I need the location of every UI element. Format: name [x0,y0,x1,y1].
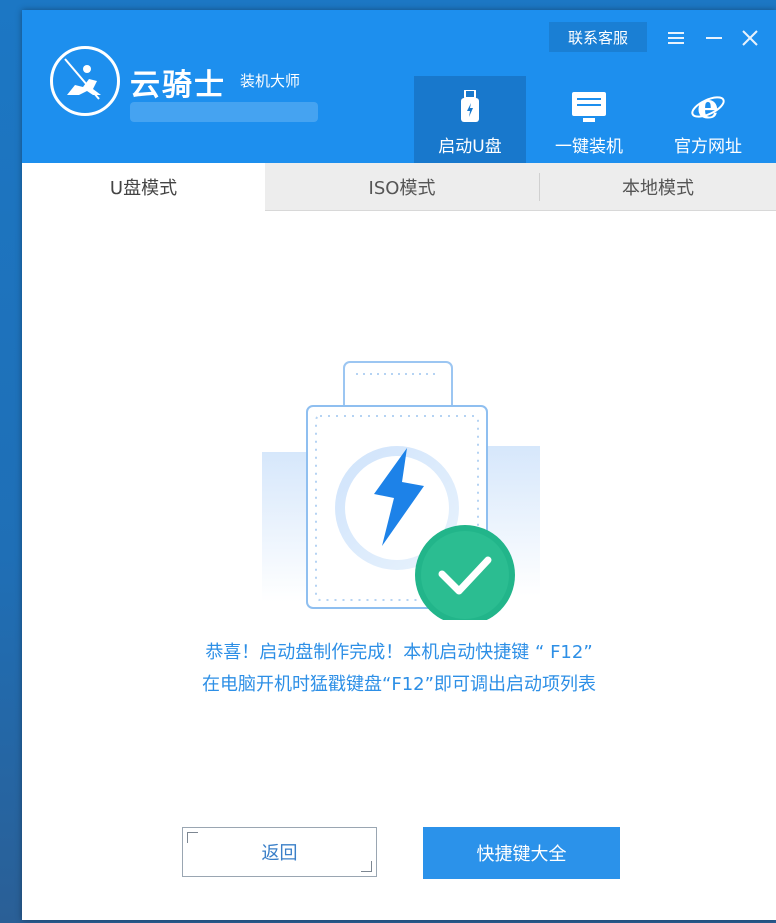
back-button-label: 返回 [261,843,298,864]
knight-logo-icon [50,46,120,116]
svg-text:e: e [697,90,719,124]
corner-mark [361,861,372,872]
boot-hint-message: 在电脑开机时猛戳键盘“F12”即可调出启动项列表 [202,674,596,695]
back-button[interactable]: 返回 [182,827,377,877]
tab-iso-mode[interactable]: ISO模式 [265,163,539,210]
nav-one-click-install[interactable]: 一键装机 [533,76,645,163]
app-name: 云骑士 [130,68,226,103]
tab-local-mode[interactable]: 本地模式 [540,163,776,210]
tab-usb-mode[interactable]: U盘模式 [22,163,265,211]
success-message: 恭喜！启动盘制作完成！本机启动快捷键 “ F12” [205,642,593,663]
ie-browser-icon: e [652,90,764,124]
nav-label: 一键装机 [555,137,623,157]
blurred-text [130,102,318,122]
nav-label: 官方网址 [674,137,742,157]
nav-label: 启动U盘 [438,137,502,157]
app-subtitle: 装机大师 [240,72,301,90]
computer-icon [533,90,645,124]
close-icon[interactable] [736,24,764,52]
usb-drive-icon [414,90,526,124]
menu-icon[interactable] [662,24,690,52]
minimize-icon[interactable] [700,24,728,52]
success-illustration [252,360,552,625]
nav-official-site[interactable]: e 官方网址 [652,76,764,163]
mode-tabs: U盘模式 ISO模式 本地模式 [22,163,776,211]
corner-mark [187,832,198,843]
title-bar: 云骑士 装机大师 联系客服 启动U盘 一键装机 e 官方网址 [22,10,776,163]
nav-boot-usb[interactable]: 启动U盘 [414,76,526,163]
app-window: 云骑士 装机大师 联系客服 启动U盘 一键装机 e 官方网址 U盘模式 ISO模… [22,10,776,920]
hotkeys-list-button[interactable]: 快捷键大全 [423,827,620,879]
contact-support-button[interactable]: 联系客服 [549,22,647,52]
